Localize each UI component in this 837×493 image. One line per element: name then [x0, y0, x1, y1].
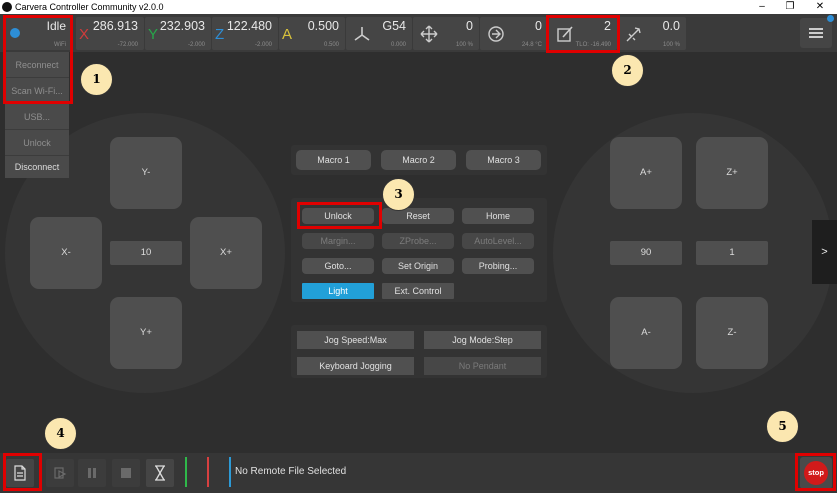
blue-indicator [229, 457, 231, 487]
home-button[interactable]: Home [462, 208, 534, 224]
annotation-box-5 [795, 453, 836, 491]
feed-cell[interactable]: 0 100 % [413, 17, 479, 50]
a-axis-cell[interactable]: A 0.500 0.500 [279, 17, 345, 50]
minimize-button[interactable]: – [750, 0, 774, 14]
x-axis-value: 286.913 [92, 19, 138, 33]
macro-1-button[interactable]: Macro 1 [296, 150, 371, 170]
annotation-badge-2: 2 [611, 54, 644, 87]
x-axis-label: X [79, 26, 90, 43]
disconnect-item[interactable]: Disconnect [5, 156, 69, 178]
side-panel-toggle[interactable]: > [812, 220, 837, 284]
unlock-item[interactable]: Unlock [5, 130, 69, 156]
remote-file-label: No Remote File Selected [235, 466, 347, 477]
ext-control-toggle[interactable]: Ext. Control [382, 283, 454, 299]
z-step-field[interactable]: 1 [696, 241, 768, 265]
annotation-badge-5: 5 [766, 410, 799, 443]
window-title: Carvera Controller Community v2.0.0 [15, 2, 164, 12]
notification-dot [827, 15, 834, 22]
jog-y-plus-button[interactable]: Y+ [110, 297, 182, 369]
stop-job-button[interactable] [112, 459, 140, 487]
menu-button[interactable] [800, 15, 834, 48]
green-indicator [185, 457, 187, 487]
annotation-box-2 [546, 15, 620, 53]
spindle-value: 0 [535, 19, 542, 33]
feed-value: 0 [466, 19, 473, 33]
a-axis-sub: 0.500 [323, 42, 339, 48]
timer-button[interactable] [146, 459, 174, 487]
z-axis-sub: -2.000 [254, 42, 272, 48]
pendant-status: No Pendant [424, 357, 541, 375]
hourglass-icon [155, 465, 165, 481]
title-bar: Carvera Controller Community v2.0.0 – ❐ … [0, 0, 837, 14]
xy-step-field[interactable]: 10 [110, 241, 182, 265]
goto-button[interactable]: Goto... [302, 258, 374, 274]
jog-a-minus-button[interactable]: A- [610, 297, 682, 369]
job-icon [54, 467, 67, 479]
close-button[interactable]: ✕ [808, 0, 832, 14]
usb-item[interactable]: USB... [5, 104, 69, 130]
move-arrows-icon [419, 24, 439, 44]
jog-x-minus-button[interactable]: X- [30, 217, 102, 289]
y-axis-cell[interactable]: Y 232.903 -2.000 [145, 17, 211, 50]
zprobe-button[interactable]: ZProbe... [382, 233, 454, 249]
pause-button[interactable] [78, 459, 106, 487]
wcs-sub: 0.000 [390, 42, 406, 48]
spindle-cell[interactable]: 0 24.8 °C [480, 17, 548, 50]
jog-z-minus-button[interactable]: Z- [696, 297, 768, 369]
y-axis-label: Y [148, 26, 159, 43]
coordinate-system-icon [352, 24, 372, 44]
job-button[interactable] [46, 459, 74, 487]
spindle-icon [486, 24, 506, 44]
macro-3-button[interactable]: Macro 3 [466, 150, 541, 170]
annotation-badge-3: 3 [382, 178, 415, 211]
jog-y-minus-button[interactable]: Y- [110, 137, 182, 209]
laser-icon [624, 24, 644, 44]
annotation-box-1 [3, 15, 73, 104]
annotation-badge-1: 1 [80, 63, 113, 96]
keyboard-jogging-button[interactable]: Keyboard Jogging [297, 357, 414, 375]
autolevel-button[interactable]: AutoLevel... [462, 233, 534, 249]
annotation-box-4 [3, 453, 42, 491]
laser-value: 0.0 [662, 19, 680, 33]
x-axis-sub: -72.000 [117, 42, 138, 48]
spindle-sub: 24.8 °C [521, 42, 542, 48]
probing-button[interactable]: Probing... [462, 258, 534, 274]
a-axis-label: A [282, 26, 293, 43]
laser-cell[interactable]: 0.0 100 % [618, 17, 686, 50]
status-bar: Idle WiFi X 286.913 -72.000 Y 232.903 -2… [0, 14, 837, 52]
a-step-field[interactable]: 90 [610, 241, 682, 265]
maximize-button[interactable]: ❐ [778, 0, 802, 14]
app-logo-icon [2, 2, 12, 12]
jog-x-plus-button[interactable]: X+ [190, 217, 262, 289]
z-axis-value: 122.480 [226, 19, 272, 33]
x-axis-cell[interactable]: X 286.913 -72.000 [76, 17, 144, 50]
jog-z-plus-button[interactable]: Z+ [696, 137, 768, 209]
margin-button[interactable]: Margin... [302, 233, 374, 249]
jog-mode-button[interactable]: Jog Mode:Step [424, 331, 541, 349]
laser-sub: 100 % [662, 42, 680, 48]
z-axis-cell[interactable]: Z 122.480 -2.000 [212, 17, 278, 50]
right-jog-circle [553, 113, 833, 393]
menu-icon [809, 28, 823, 30]
a-axis-value: 0.500 [307, 19, 339, 33]
reset-button[interactable]: Reset [382, 208, 454, 224]
pause-icon [88, 468, 96, 478]
light-toggle[interactable]: Light [302, 283, 374, 299]
macro-2-button[interactable]: Macro 2 [381, 150, 456, 170]
y-axis-sub: -2.000 [187, 42, 205, 48]
jog-a-plus-button[interactable]: A+ [610, 137, 682, 209]
z-axis-label: Z [215, 26, 225, 43]
red-indicator [207, 457, 209, 487]
annotation-box-3 [297, 202, 382, 229]
wcs-cell[interactable]: G54 0.000 [346, 17, 412, 50]
feed-sub: 100 % [455, 42, 473, 48]
stop-square-icon [121, 468, 131, 478]
jog-speed-button[interactable]: Jog Speed:Max [297, 331, 414, 349]
annotation-badge-4: 4 [44, 417, 77, 450]
set-origin-button[interactable]: Set Origin [382, 258, 454, 274]
bottom-bar: No Remote File Selected stop [0, 453, 837, 493]
wcs-value: G54 [382, 19, 406, 33]
y-axis-value: 232.903 [159, 19, 205, 33]
